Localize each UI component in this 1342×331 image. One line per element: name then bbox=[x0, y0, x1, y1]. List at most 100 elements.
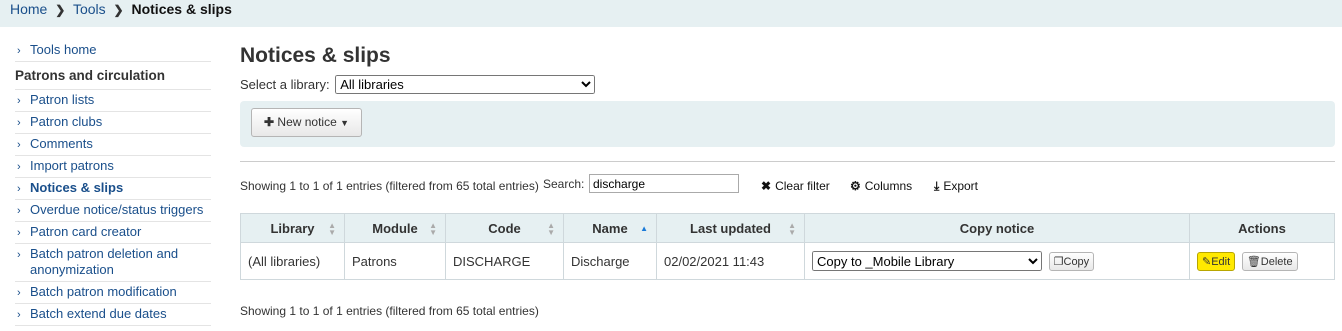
new-notice-button[interactable]: ✚ New notice ▼ bbox=[251, 108, 363, 137]
chevron-right-icon: › bbox=[17, 309, 21, 321]
chevron-right-icon: › bbox=[17, 117, 21, 129]
cell-code: DISCHARGE bbox=[445, 242, 564, 280]
delete-label: Delete bbox=[1260, 255, 1293, 268]
sidebar: › Tools home Patrons and circulation › P… bbox=[15, 40, 211, 326]
chevron-right-icon: › bbox=[17, 227, 21, 239]
breadcrumb-home[interactable]: Home bbox=[10, 1, 47, 17]
header-label: Module bbox=[372, 220, 418, 236]
sidebar-item-label: Tools home bbox=[30, 42, 97, 57]
breadcrumb-current: Notices & slips bbox=[131, 1, 232, 17]
search-label: Search: bbox=[543, 177, 585, 191]
sidebar-item-import-patrons[interactable]: › Import patrons bbox=[15, 156, 211, 178]
caret-down-icon: ▼ bbox=[340, 118, 350, 128]
sidebar-item-patron-card-creator[interactable]: › Patron card creator bbox=[15, 222, 211, 244]
sidebar-item-batch-patron-modification[interactable]: › Batch patron modification bbox=[15, 282, 211, 304]
sidebar-item-comments[interactable]: › Comments bbox=[15, 134, 211, 156]
cell-library: (All libraries) bbox=[240, 242, 345, 280]
notices-table: Library ▲ ▼ Module ▲ ▼ Code ▲ ▼ Name ▲ Last… bbox=[240, 213, 1335, 280]
columns-label: Columns bbox=[864, 179, 913, 193]
column-header-library[interactable]: Library ▲ ▼ bbox=[240, 213, 345, 243]
download-icon: ⤓ bbox=[934, 179, 940, 193]
chevron-right-icon: › bbox=[17, 249, 21, 261]
sidebar-item-batch-patron-deletion[interactable]: › Batch patron deletion and anonymizatio… bbox=[15, 244, 211, 282]
sidebar-item-tools-home[interactable]: › Tools home bbox=[15, 40, 211, 62]
header-label: Last updated bbox=[690, 220, 771, 236]
copy-button[interactable]: ❐Copy bbox=[1048, 251, 1095, 271]
export-label: Export bbox=[943, 179, 978, 193]
sidebar-item-patron-clubs[interactable]: › Patron clubs bbox=[15, 112, 211, 134]
chevron-right-icon: › bbox=[17, 287, 21, 299]
column-header-module[interactable]: Module ▲ ▼ bbox=[344, 213, 446, 243]
sidebar-item-label: Patron lists bbox=[30, 92, 95, 107]
header-label: Copy notice bbox=[959, 220, 1035, 236]
search-input[interactable] bbox=[589, 174, 739, 193]
column-header-code[interactable]: Code ▲ ▼ bbox=[445, 213, 564, 243]
column-header-actions: Actions bbox=[1189, 213, 1335, 243]
sort-icon: ▲ ▼ bbox=[547, 221, 555, 237]
breadcrumb-tools[interactable]: Tools bbox=[73, 1, 106, 17]
cell-last-updated: 02/02/2021 11:43 bbox=[656, 242, 805, 280]
clear-filter-label: Clear filter bbox=[775, 179, 830, 193]
edit-label: Edit bbox=[1211, 255, 1231, 268]
pencil-icon: ✎ bbox=[1202, 255, 1212, 268]
table-controls: Showing 1 to 1 of 1 entries (filtered fr… bbox=[240, 174, 1335, 198]
sidebar-item-label: Notices & slips bbox=[30, 180, 124, 195]
chevron-right-icon: ❯ bbox=[113, 3, 124, 17]
chevron-right-icon: › bbox=[17, 205, 21, 217]
clear-filter-button[interactable]: ✖ Clear filter bbox=[761, 179, 830, 193]
table-row: (All libraries) Patrons DISCHARGE Discha… bbox=[240, 242, 1335, 280]
sidebar-item-overdue-triggers[interactable]: › Overdue notice/status triggers bbox=[15, 200, 211, 222]
header-label: Code bbox=[488, 220, 521, 236]
library-label: Select a library: bbox=[240, 77, 330, 92]
trash-icon: 🗑 bbox=[1246, 255, 1261, 268]
entries-info-footer: Showing 1 to 1 of 1 entries (filtered fr… bbox=[240, 304, 539, 318]
gear-icon: ⚙ bbox=[850, 179, 861, 193]
cell-name: Discharge bbox=[563, 242, 657, 280]
plus-icon: ✚ bbox=[264, 115, 275, 129]
sidebar-item-label: Patron card creator bbox=[30, 224, 142, 239]
sidebar-item-label: Overdue notice/status triggers bbox=[30, 202, 204, 217]
sort-ascending-icon: ▲ bbox=[640, 224, 648, 233]
sidebar-item-label: Import patrons bbox=[30, 158, 114, 173]
header-label: Name bbox=[592, 220, 628, 236]
column-header-last-updated[interactable]: Last updated ▲ ▼ bbox=[656, 213, 805, 243]
copy-library-select[interactable]: Copy to _Mobile Library bbox=[812, 251, 1042, 271]
column-header-name[interactable]: Name ▲ bbox=[563, 213, 657, 243]
chevron-right-icon: › bbox=[17, 95, 21, 107]
sidebar-item-patron-lists[interactable]: › Patron lists bbox=[15, 90, 211, 112]
copy-label: Copy bbox=[1063, 255, 1090, 268]
sort-icon: ▲ ▼ bbox=[429, 221, 437, 237]
sidebar-item-label: Batch extend due dates bbox=[30, 306, 167, 321]
chevron-right-icon: › bbox=[17, 139, 21, 151]
new-notice-label: New notice bbox=[277, 115, 337, 129]
copy-icon: ❐ bbox=[1053, 255, 1064, 268]
sidebar-item-notices-slips[interactable]: › Notices & slips bbox=[15, 178, 211, 200]
cell-actions: ✎Edit 🗑Delete bbox=[1189, 242, 1335, 280]
cell-module: Patrons bbox=[344, 242, 446, 280]
table-header-row: Library ▲ ▼ Module ▲ ▼ Code ▲ ▼ Name ▲ Last… bbox=[240, 213, 1335, 243]
chevron-right-icon: › bbox=[17, 183, 21, 195]
chevron-right-icon: › bbox=[17, 161, 21, 173]
column-header-copy-notice: Copy notice bbox=[804, 213, 1190, 243]
close-icon: ✖ bbox=[761, 179, 772, 193]
sidebar-item-batch-extend-due-dates[interactable]: › Batch extend due dates bbox=[15, 304, 211, 326]
chevron-right-icon: ❯ bbox=[55, 3, 66, 17]
chevron-right-icon: › bbox=[17, 45, 21, 57]
toolbar: ✚ New notice ▼ bbox=[240, 101, 1335, 147]
delete-button[interactable]: 🗑Delete bbox=[1241, 251, 1298, 271]
sidebar-item-label: Patron clubs bbox=[30, 114, 103, 129]
library-selector: Select a library: All libraries bbox=[240, 75, 1335, 94]
main-content: Notices & slips Select a library: All li… bbox=[240, 44, 1335, 318]
sidebar-item-label: Batch patron modification bbox=[30, 284, 177, 299]
sidebar-item-label: Comments bbox=[30, 136, 93, 151]
export-button[interactable]: ⤓ Export bbox=[934, 179, 978, 194]
sort-icon: ▲ ▼ bbox=[788, 221, 796, 237]
sidebar-section-title: Patrons and circulation bbox=[15, 62, 211, 90]
divider bbox=[240, 161, 1335, 162]
sort-icon: ▲ ▼ bbox=[328, 221, 336, 237]
cell-copy-notice: Copy to _Mobile Library ❐Copy bbox=[804, 242, 1190, 280]
edit-button[interactable]: ✎Edit bbox=[1197, 251, 1236, 271]
columns-button[interactable]: ⚙ Columns bbox=[850, 179, 912, 193]
entries-info: Showing 1 to 1 of 1 entries (filtered fr… bbox=[240, 179, 539, 193]
library-select[interactable]: All libraries bbox=[335, 75, 596, 94]
